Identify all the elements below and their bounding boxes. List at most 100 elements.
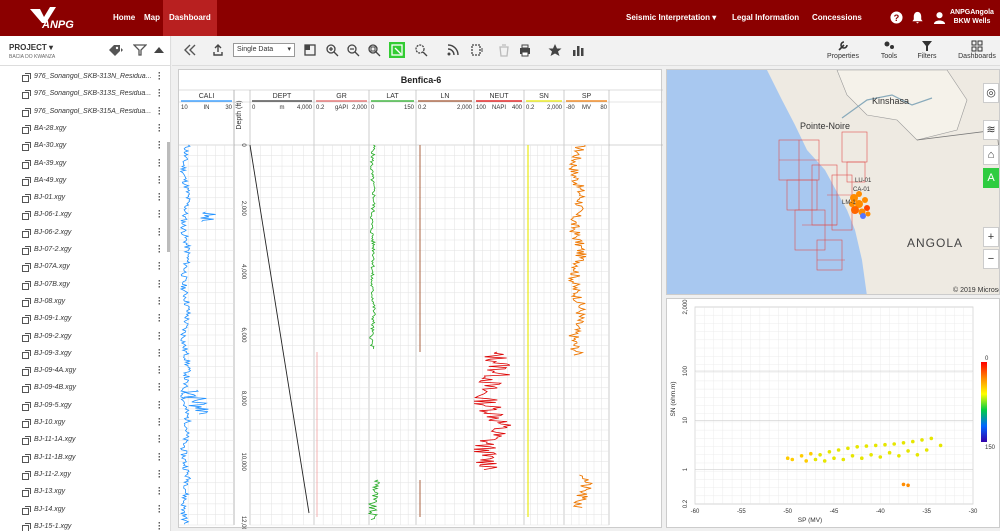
print-icon[interactable] — [518, 43, 532, 57]
well-log-chart[interactable]: Benfica-6 Depth (ft) CALI 10 IN 30 DEPT 0 m 4,0… — [179, 70, 663, 531]
nav-map[interactable]: Map — [144, 0, 160, 36]
nav-seismic-interpretation[interactable]: Seismic Interpretation ▾ — [626, 0, 716, 36]
file-list-item[interactable]: BJ-09-3.xgy · · · — [0, 345, 170, 363]
more-options-icon[interactable]: · · · — [158, 276, 162, 291]
more-options-icon[interactable]: · · · — [158, 138, 162, 153]
file-list-item[interactable]: BJ-10.xgy · · · — [0, 415, 170, 432]
collapse-sidebar-icon[interactable] — [183, 43, 197, 57]
trash-icon[interactable] — [497, 43, 511, 57]
more-options-icon[interactable]: · · · — [158, 311, 162, 326]
file-list-item[interactable]: BA-39.xgy · · · — [0, 155, 170, 173]
more-options-icon[interactable]: · · · — [158, 397, 162, 412]
file-list-item[interactable]: 976_Sonangol_SKB-313N_Residua... · · · — [0, 69, 170, 86]
user-info[interactable]: ANPGAngola BKW Wells — [950, 8, 994, 26]
file-list-item[interactable]: BJ-11-1B.xgy · · · — [0, 449, 170, 467]
file-list-item[interactable]: BJ-01.xgy · · · — [0, 190, 170, 207]
map-home-button[interactable]: ⌂ — [983, 145, 999, 165]
zoom-area-icon[interactable] — [414, 43, 428, 57]
filter-icon[interactable] — [133, 44, 147, 56]
more-options-icon[interactable]: · · · — [158, 172, 162, 187]
more-options-icon[interactable]: · · · — [158, 293, 162, 308]
file-list-item[interactable]: BJ-06-1.xgy · · · — [0, 207, 170, 224]
help-icon[interactable]: ? — [890, 11, 903, 24]
crossplot-panel[interactable]: -60 -55 -50 -45 -40 -35 -30 0.2 1 10 100 2,000 SN (… — [666, 298, 1000, 528]
map-panel[interactable]: Kinshasa Pointe-Noire ANGOLA CO LU-01 CA… — [666, 69, 1000, 295]
file-list-item[interactable]: BJ-06-2.xgy · · · — [0, 224, 170, 242]
file-list-item[interactable]: BJ-08.xgy · · · — [0, 293, 170, 311]
file-list-item[interactable]: BA-30.xgy · · · — [0, 138, 170, 155]
map-basemap-toggle[interactable]: A — [983, 168, 999, 188]
bar-chart-icon[interactable] — [571, 43, 585, 57]
more-options-icon[interactable]: · · · — [158, 415, 162, 430]
file-list-item[interactable]: BJ-07B.xgy · · · — [0, 276, 170, 294]
map-home-extent-button[interactable]: ◎ — [983, 83, 999, 103]
more-options-icon[interactable]: · · · — [158, 259, 162, 274]
user-avatar-icon[interactable] — [933, 11, 946, 24]
properties-button[interactable]: Properties — [824, 36, 862, 66]
rss-icon[interactable] — [446, 43, 460, 57]
nav-legal-information[interactable]: Legal Information — [732, 0, 799, 36]
zoom-out-icon[interactable] — [346, 43, 360, 57]
file-list-item[interactable]: BJ-09-4B.xgy · · · — [0, 380, 170, 397]
filters-button[interactable]: Filters — [911, 36, 943, 66]
more-options-icon[interactable]: · · · — [158, 190, 162, 205]
dashboards-button[interactable]: Dashboards — [955, 36, 999, 66]
tools-button[interactable]: Tools — [873, 36, 905, 66]
grid-layout-icon[interactable] — [303, 43, 317, 57]
zoom-in-icon[interactable] — [325, 43, 339, 57]
project-title[interactable]: PROJECT ▾ — [9, 43, 53, 52]
sidebar-scrollbar[interactable] — [167, 142, 170, 252]
more-options-icon[interactable]: · · · — [158, 432, 162, 447]
zoom-extent-icon[interactable] — [367, 43, 381, 57]
more-options-icon[interactable]: · · · — [158, 501, 162, 516]
file-list-item[interactable]: BA-49.xgy · · · — [0, 172, 170, 190]
collapse-up-icon[interactable] — [154, 46, 164, 54]
file-list-item[interactable]: BJ-13.xgy · · · — [0, 484, 170, 501]
well-log-panel[interactable]: Benfica-6 Depth (ft) CALI 10 IN 30 DEPT 0 m 4,0… — [178, 69, 663, 531]
nav-home[interactable]: Home — [113, 0, 135, 36]
more-options-icon[interactable]: · · · — [158, 363, 162, 378]
file-list-item[interactable]: BJ-09-1.xgy · · · — [0, 311, 170, 328]
file-list-item[interactable]: BJ-09-4A.xgy · · · — [0, 363, 170, 380]
view-mode-select[interactable]: Single Data ▾ — [233, 43, 295, 57]
more-options-icon[interactable]: · · · — [158, 518, 162, 531]
more-options-icon[interactable]: · · · — [158, 484, 162, 499]
insert-panel-icon[interactable] — [470, 43, 484, 57]
file-list-item[interactable]: BJ-09-5.xgy · · · — [0, 397, 170, 415]
nav-concessions[interactable]: Concessions — [812, 0, 862, 36]
more-options-icon[interactable]: · · · — [158, 345, 162, 360]
more-options-icon[interactable]: · · · — [158, 155, 162, 170]
star-icon[interactable] — [548, 43, 562, 57]
more-options-icon[interactable]: · · · — [158, 328, 162, 343]
file-list-item[interactable]: BJ-11-2.xgy · · · — [0, 466, 170, 484]
tag-icon[interactable] — [108, 44, 124, 56]
more-options-icon[interactable]: · · · — [158, 224, 162, 239]
more-options-icon[interactable]: · · · — [158, 207, 162, 222]
file-list-item[interactable]: BJ-07-2.xgy · · · — [0, 242, 170, 259]
file-list-item[interactable]: BJ-11-1A.xgy · · · — [0, 432, 170, 449]
map-layers-button[interactable]: ≋ — [983, 120, 999, 140]
file-list-item[interactable]: 976_Sonangol_SKB-315A_Residua... · · · — [0, 103, 170, 121]
upload-icon[interactable] — [211, 43, 225, 57]
more-options-icon[interactable]: · · · — [158, 69, 162, 84]
more-options-icon[interactable]: · · · — [158, 449, 162, 464]
select-tool-icon[interactable] — [389, 42, 405, 58]
app-logo[interactable]: ANPG — [30, 7, 80, 31]
more-options-icon[interactable]: · · · — [158, 466, 162, 481]
file-list-item[interactable]: BJ-15-1.xgy · · · — [0, 518, 170, 531]
zoom-out-button[interactable]: − — [983, 249, 999, 269]
more-options-icon[interactable]: · · · — [158, 242, 162, 257]
zoom-in-button[interactable]: + — [983, 227, 999, 247]
file-list-item[interactable]: BJ-07A.xgy · · · — [0, 259, 170, 276]
more-options-icon[interactable]: · · · — [158, 120, 162, 135]
map-view[interactable]: Kinshasa Pointe-Noire ANGOLA CO LU-01 CA… — [667, 70, 1000, 295]
nav-dashboard[interactable]: Dashboard — [163, 0, 217, 36]
more-options-icon[interactable]: · · · — [158, 103, 162, 118]
more-options-icon[interactable]: · · · — [158, 380, 162, 395]
crossplot-chart[interactable]: -60 -55 -50 -45 -40 -35 -30 0.2 1 10 100 2,000 SN (… — [667, 299, 1000, 529]
notifications-bell-icon[interactable] — [911, 11, 924, 24]
file-list-item[interactable]: BA-28.xgy · · · — [0, 120, 170, 138]
file-list-item[interactable]: 976_Sonangol_SKB-313S_Residua... · · · — [0, 86, 170, 103]
more-options-icon[interactable]: · · · — [158, 86, 162, 101]
file-list-item[interactable]: BJ-09-2.xgy · · · — [0, 328, 170, 346]
